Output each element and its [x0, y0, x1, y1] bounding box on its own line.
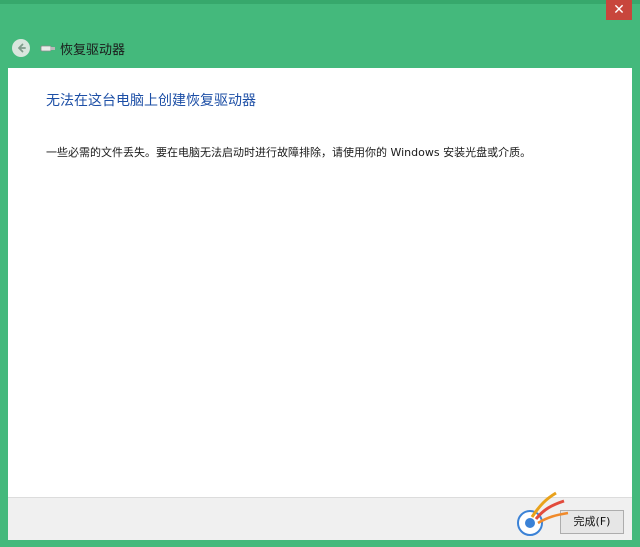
- usb-drive-icon: [40, 43, 56, 53]
- back-button[interactable]: [12, 39, 30, 57]
- window-top-strip: [0, 0, 640, 4]
- close-icon: ✕: [613, 2, 625, 18]
- watermark-logo: [517, 491, 569, 536]
- close-button[interactable]: ✕: [606, 0, 632, 20]
- page-heading: 无法在这台电脑上创建恢复驱动器: [46, 93, 256, 109]
- recovery-drive-window: ✕ 恢复驱动器 无法在这台电脑上创建恢复驱动器 一些必需的文件丢失。要在电脑无法…: [0, 0, 640, 547]
- content-panel: 无法在这台电脑上创建恢复驱动器 一些必需的文件丢失。要在电脑无法启动时进行故障排…: [8, 68, 632, 497]
- nav-title: 恢复驱动器: [60, 42, 126, 58]
- back-arrow-icon: [18, 43, 26, 53]
- error-message: 一些必需的文件丢失。要在电脑无法启动时进行故障排除，请使用你的 Windows …: [46, 146, 532, 159]
- navigation-bar: 恢复驱动器: [8, 36, 125, 60]
